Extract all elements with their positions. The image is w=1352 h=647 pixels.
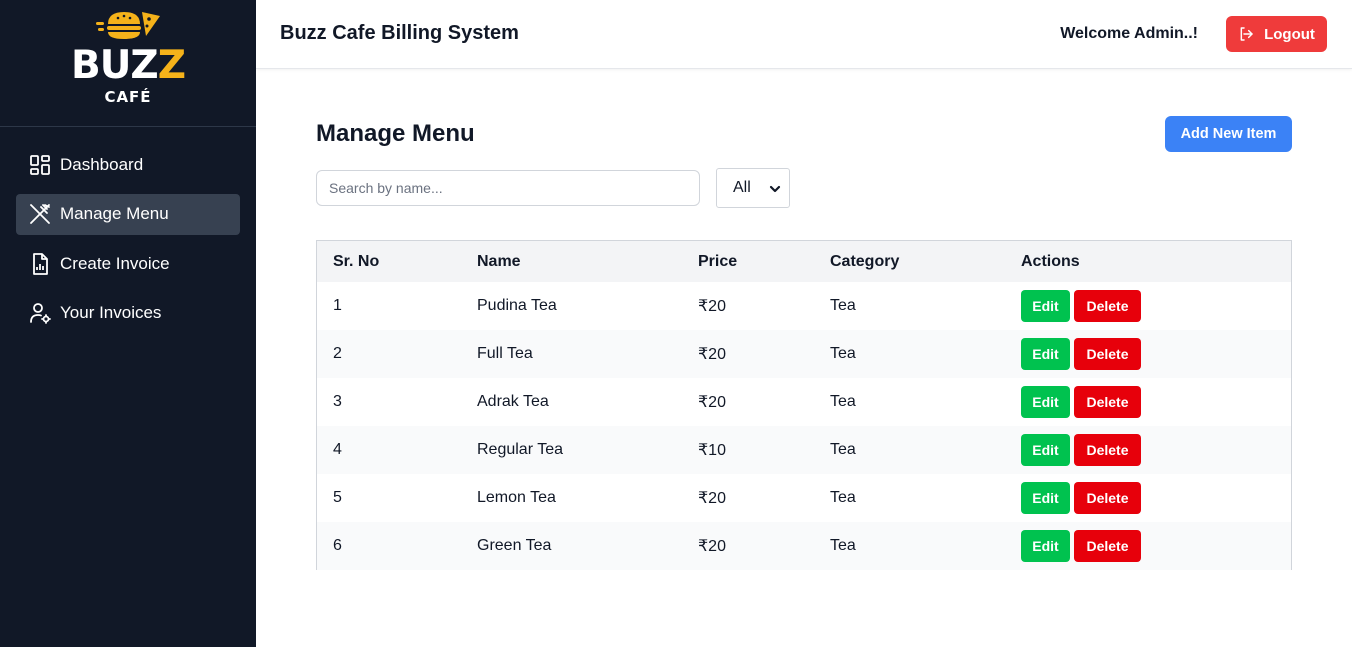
table-row: 2 Full Tea ₹20 Tea Edit Delete xyxy=(317,330,1291,378)
user-gear-icon xyxy=(28,301,52,325)
cell-price: ₹20 xyxy=(698,538,726,555)
column-header-sr-no: Sr. No xyxy=(333,252,380,270)
column-header-actions: Actions xyxy=(1021,252,1080,270)
sidebar-item-manage-menu[interactable]: Manage Menu xyxy=(16,193,240,235)
cell-price: ₹20 xyxy=(698,298,726,315)
edit-button[interactable]: Edit xyxy=(1021,530,1070,562)
sidebar-item-label: Create Invoice xyxy=(60,253,170,273)
cell-name: Regular Tea xyxy=(477,441,563,458)
add-new-item-button[interactable]: Add New Item xyxy=(1165,116,1292,152)
cell-actions: Edit Delete xyxy=(1005,378,1291,426)
table-row: 1 Pudina Tea ₹20 Tea Edit Delete xyxy=(317,282,1291,330)
cell-category: Tea xyxy=(830,393,856,410)
table-row: 3 Adrak Tea ₹20 Tea Edit Delete xyxy=(317,378,1291,426)
cell-name: Pudina Tea xyxy=(477,297,557,314)
logout-button[interactable]: Logout xyxy=(1226,16,1327,52)
cell-name: Adrak Tea xyxy=(477,393,549,410)
page-title: Manage Menu xyxy=(316,120,475,147)
filter-selected-value: All xyxy=(733,179,751,196)
table-header-row: Sr. No Name Price Category Actions xyxy=(317,241,1291,282)
search-input[interactable] xyxy=(316,170,700,206)
sidebar-item-your-invoices[interactable]: Your Invoices xyxy=(16,293,240,334)
cell-sr-no: 5 xyxy=(333,489,342,506)
logout-label: Logout xyxy=(1264,25,1315,43)
cell-sr-no: 2 xyxy=(333,345,342,362)
cell-price: ₹20 xyxy=(698,346,726,363)
cell-actions: Edit Delete xyxy=(1005,474,1291,522)
sidebar-nav: Dashboard Manage Menu Create Invoice You… xyxy=(16,144,240,342)
cell-price: ₹10 xyxy=(698,442,726,459)
utensils-icon xyxy=(28,202,52,226)
edit-button[interactable]: Edit xyxy=(1021,434,1070,466)
cell-sr-no: 1 xyxy=(333,297,342,314)
delete-button[interactable]: Delete xyxy=(1074,434,1141,466)
category-filter-select[interactable]: All xyxy=(716,168,790,208)
cell-name: Green Tea xyxy=(477,537,552,554)
cell-category: Tea xyxy=(830,345,856,362)
delete-button[interactable]: Delete xyxy=(1074,290,1141,322)
cell-category: Tea xyxy=(830,489,856,506)
cell-actions: Edit Delete xyxy=(1005,426,1291,474)
table-row: 6 Green Tea ₹20 Tea Edit Delete xyxy=(317,522,1291,570)
invoice-icon xyxy=(28,252,52,276)
cell-name: Lemon Tea xyxy=(477,489,556,506)
cell-price: ₹20 xyxy=(698,490,726,507)
cell-actions: Edit Delete xyxy=(1005,522,1291,570)
cell-category: Tea xyxy=(830,537,856,554)
delete-button[interactable]: Delete xyxy=(1074,386,1141,418)
cell-name: Full Tea xyxy=(477,345,533,362)
cell-category: Tea xyxy=(830,441,856,458)
delete-button[interactable]: Delete xyxy=(1074,482,1141,514)
app-title: Buzz Cafe Billing System xyxy=(280,22,519,44)
top-header: Buzz Cafe Billing System Welcome Admin..… xyxy=(256,0,1352,69)
table-row: 5 Lemon Tea ₹20 Tea Edit Delete xyxy=(317,474,1291,522)
delete-button[interactable]: Delete xyxy=(1074,338,1141,370)
edit-button[interactable]: Edit xyxy=(1021,482,1070,514)
column-header-name: Name xyxy=(477,252,521,270)
sidebar-item-label: Manage Menu xyxy=(60,204,169,223)
table-row: 4 Regular Tea ₹10 Tea Edit Delete xyxy=(317,426,1291,474)
sidebar-item-create-invoice[interactable]: Create Invoice xyxy=(16,243,240,284)
edit-button[interactable]: Edit xyxy=(1021,290,1070,322)
welcome-text: Welcome Admin..! xyxy=(1060,25,1198,42)
edit-button[interactable]: Edit xyxy=(1021,386,1070,418)
cell-sr-no: 3 xyxy=(333,393,342,410)
brand-wordmark: BUZZ xyxy=(71,43,186,88)
cell-sr-no: 6 xyxy=(333,537,342,554)
cell-category: Tea xyxy=(830,297,856,314)
edit-button[interactable]: Edit xyxy=(1021,338,1070,370)
cell-actions: Edit Delete xyxy=(1005,282,1291,330)
burger-pizza-icon xyxy=(96,12,160,39)
sidebar-item-dashboard[interactable]: Dashboard xyxy=(16,144,240,185)
sidebar-item-label: Your Invoices xyxy=(60,303,162,322)
cell-sr-no: 4 xyxy=(333,441,342,458)
logout-icon xyxy=(1240,27,1253,41)
cell-actions: Edit Delete xyxy=(1005,330,1291,378)
menu-table: Sr. No Name Price Category Actions 1 Pud… xyxy=(316,240,1292,570)
sidebar: BUZZ CAFÉ Dashboard Manage Menu Create I… xyxy=(0,0,256,647)
column-header-price: Price xyxy=(698,252,738,270)
chevron-down-icon xyxy=(769,185,781,193)
cell-price: ₹20 xyxy=(698,394,726,411)
brand-subtitle: CAFÉ xyxy=(104,88,152,106)
column-header-category: Category xyxy=(830,252,900,270)
sidebar-item-label: Dashboard xyxy=(60,154,144,174)
delete-button[interactable]: Delete xyxy=(1074,530,1141,562)
brand-logo: BUZZ CAFÉ xyxy=(0,0,256,127)
dashboard-icon xyxy=(28,153,52,177)
